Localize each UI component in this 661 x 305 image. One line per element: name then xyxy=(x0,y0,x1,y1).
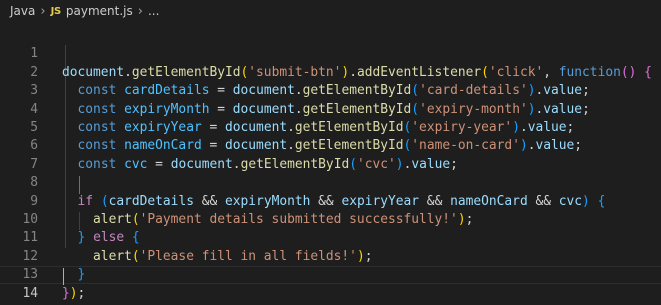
code-line[interactable]: 12 } xyxy=(0,229,661,282)
token: } xyxy=(62,285,70,301)
code-editor[interactable]: Java › JS payment.js › ... 1 document.ge… xyxy=(0,0,661,305)
code-line[interactable]: 3 const expiryMonth = document.getElemen… xyxy=(0,64,661,116)
code-text[interactable]: }); xyxy=(62,285,85,303)
code-area[interactable]: 1 document.getElementById('submit-btn').… xyxy=(0,27,661,301)
breadcrumb-file[interactable]: payment.js xyxy=(66,4,133,18)
code-line-current[interactable]: 14 xyxy=(0,266,661,301)
text-cursor xyxy=(63,268,64,285)
code-line[interactable]: 7 xyxy=(0,137,661,172)
javascript-file-icon: JS xyxy=(50,5,62,17)
token: ; xyxy=(77,285,86,301)
code-line[interactable]: 10 } else { xyxy=(0,193,661,245)
code-line[interactable]: 13 }); xyxy=(0,248,661,300)
code-line[interactable]: 9 alert('Payment details submitted succe… xyxy=(0,174,661,227)
code-line[interactable]: 6 const cvc = document.getElementById('c… xyxy=(0,119,661,171)
code-line[interactable]: 11 alert('Please fill in all fields!'); xyxy=(0,211,661,263)
token: ) xyxy=(69,285,78,301)
chevron-right-icon: › xyxy=(40,3,46,19)
code-line[interactable]: 8 if (cardDetails && expiryMonth && expi… xyxy=(0,156,661,208)
line-number: 14 xyxy=(22,286,38,302)
chevron-right-icon: › xyxy=(137,3,143,19)
code-line[interactable]: 1 document.getElementById('submit-btn').… xyxy=(0,27,661,79)
breadcrumb-symbol[interactable]: ... xyxy=(148,4,159,18)
code-line[interactable]: 5 const nameOnCard = document.getElement… xyxy=(0,101,661,153)
breadcrumb-folder[interactable]: Java xyxy=(10,4,35,18)
code-line[interactable]: 2 const cardDetails = document.getElemen… xyxy=(0,45,661,98)
breadcrumb: Java › JS payment.js › ... xyxy=(0,0,661,22)
code-line[interactable]: 4 const expiryYear = document.getElement… xyxy=(0,82,661,135)
